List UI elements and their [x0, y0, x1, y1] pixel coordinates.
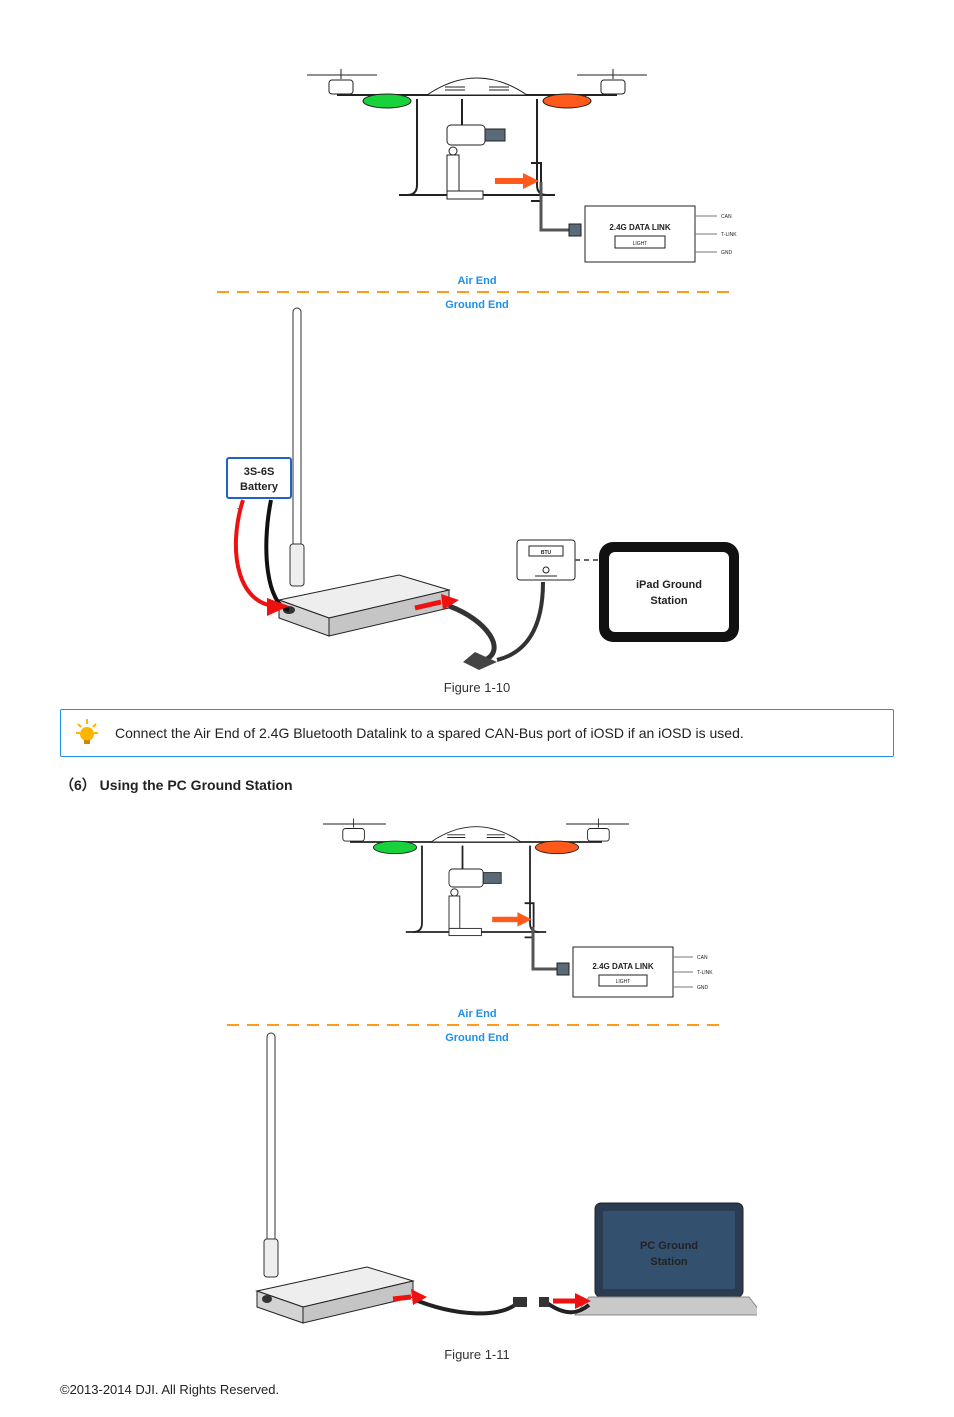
datalink-label: 2.4G DATA LINK [592, 962, 653, 971]
air-end-label: Air End [457, 1008, 496, 1020]
drone-icon [323, 819, 629, 938]
ground-end-label: Ground End [445, 1032, 509, 1044]
datalink-sub-label: LIGHT [616, 979, 631, 985]
lightbulb-icon [73, 719, 101, 747]
drone-icon [307, 69, 647, 201]
ipad-line1: iPad Ground [636, 579, 702, 591]
antenna-icon [264, 1033, 278, 1277]
datalink-label: 2.4G DATA LINK [609, 223, 670, 232]
figure-1-10-caption: Figure 1-10 [60, 680, 894, 695]
btu-label: BTU [541, 550, 552, 556]
datalink-module-icon: 2.4G DATA LINK LIGHT CAN T-LINK GND [585, 206, 737, 262]
antenna-icon [290, 308, 304, 586]
port-tlink-label: T-LINK [721, 232, 737, 238]
arrow-icon [492, 912, 532, 926]
figure-1-10-svg: 2.4G DATA LINK LIGHT CAN T-LINK GND Air … [197, 50, 757, 670]
btu-module-icon: BTU [517, 540, 575, 580]
pc-line1: PC Ground [640, 1240, 698, 1252]
figure-1-11: 2.4G DATA LINK LIGHT CAN T-LINK GND Air … [60, 807, 894, 1337]
copyright-footer: ©2013-2014 DJI. All Rights Reserved. [60, 1382, 894, 1397]
radio-unit-icon [257, 1267, 413, 1323]
figure-1-11-svg: 2.4G DATA LINK LIGHT CAN T-LINK GND Air … [197, 807, 757, 1337]
port-gnd-label: GND [721, 250, 733, 256]
port-tlink-label: T-LINK [697, 970, 713, 976]
air-end-label: Air End [457, 275, 496, 287]
battery-label-box: 3S-6S Battery + − [227, 458, 291, 513]
datalink-sub-label: LIGHT [633, 241, 648, 247]
battery-line2: Battery [240, 481, 279, 493]
ipad-line2: Station [650, 595, 688, 607]
ipad-icon: iPad Ground Station [599, 542, 739, 642]
port-can-label: CAN [697, 955, 708, 961]
port-gnd-label: GND [697, 985, 709, 991]
ground-end-label: Ground End [445, 299, 509, 311]
laptop-icon: PC Ground Station [575, 1203, 757, 1315]
pc-line2: Station [650, 1256, 688, 1268]
callout-text: Connect the Air End of 2.4G Bluetooth Da… [115, 724, 744, 743]
tip-callout: Connect the Air End of 2.4G Bluetooth Da… [60, 709, 894, 757]
arrow-icon [495, 173, 539, 189]
figure-1-10: 2.4G DATA LINK LIGHT CAN T-LINK GND Air … [60, 50, 894, 670]
datalink-module-icon: 2.4G DATA LINK LIGHT CAN T-LINK GND [573, 947, 713, 997]
port-can-label: CAN [721, 214, 732, 220]
figure-1-11-caption: Figure 1-11 [60, 1347, 894, 1362]
section-6-heading: （6） Using the PC Ground Station [60, 775, 894, 795]
battery-line1: 3S-6S [244, 466, 275, 478]
